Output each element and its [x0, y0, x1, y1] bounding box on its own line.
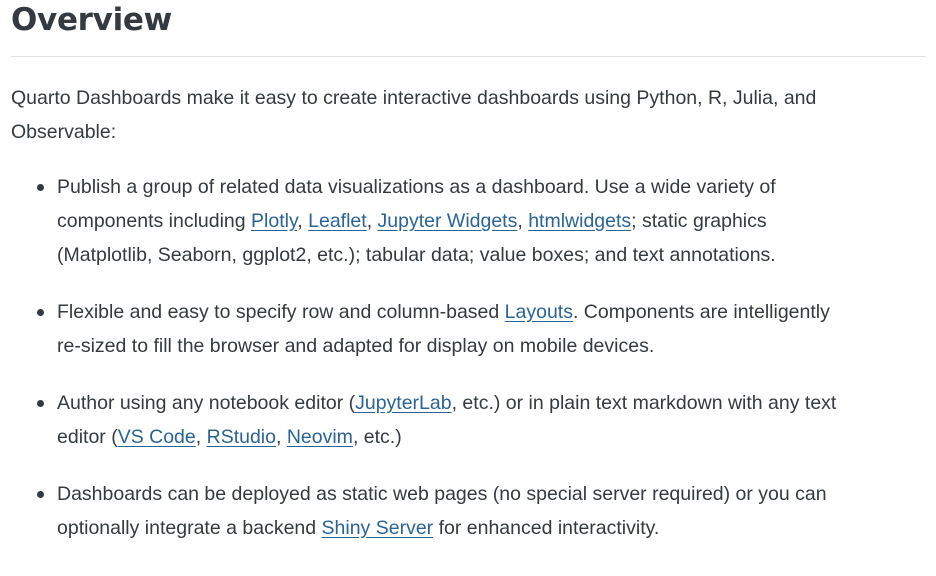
intro-text: Observable:: [11, 121, 117, 143]
text: editor (: [57, 426, 118, 448]
text: Flexible and easy to specify row and col…: [57, 301, 505, 323]
link-jupyter-widgets[interactable]: Jupyter Widgets: [378, 210, 518, 232]
intro-text: Quarto Dashboards make it easy to create…: [11, 87, 817, 109]
list-item: Flexible and easy to specify row and col…: [0, 295, 836, 363]
text: components including: [57, 210, 252, 232]
text: ,: [517, 210, 529, 232]
link-neovim[interactable]: Neovim: [287, 426, 353, 448]
text: (Matplotlib, Seaborn, ggplot2, etc.); ta…: [57, 244, 776, 266]
list-item: Publish a group of related data visualiz…: [0, 170, 836, 272]
text: Dashboards can be deployed as static web…: [57, 483, 827, 505]
divider: [11, 56, 926, 57]
list-item: Dashboards can be deployed as static web…: [0, 477, 836, 545]
text: ,: [297, 210, 309, 232]
text: ; static graphics: [631, 210, 767, 232]
feature-list: Publish a group of related data visualiz…: [0, 170, 836, 568]
link-rstudio[interactable]: RStudio: [207, 426, 276, 448]
link-leaflet[interactable]: Leaflet: [308, 210, 367, 232]
text: for enhanced interactivity.: [433, 517, 660, 539]
text: . Components are intelligently: [572, 301, 830, 323]
page-title: Overview: [11, 2, 172, 38]
text: Author using any notebook editor (: [57, 392, 356, 414]
link-layouts[interactable]: Layouts: [505, 301, 573, 323]
text: , etc.) or in plain text markdown with a…: [451, 392, 837, 414]
link-jupyterlab[interactable]: JupyterLab: [355, 392, 451, 414]
text: Publish a group of related data visualiz…: [57, 176, 776, 198]
list-item: Author using any notebook editor (Jupyte…: [0, 386, 836, 454]
text: optionally integrate a backend: [57, 517, 322, 539]
intro-paragraph: Quarto Dashboards make it easy to create…: [11, 81, 816, 149]
link-plotly[interactable]: Plotly: [251, 210, 297, 232]
text: ,: [275, 426, 287, 448]
text: , etc.): [352, 426, 402, 448]
link-shiny-server[interactable]: Shiny Server: [322, 517, 434, 539]
link-vs-code[interactable]: VS Code: [118, 426, 196, 448]
text: ,: [366, 210, 378, 232]
text: ,: [195, 426, 207, 448]
text: re-sized to fill the browser and adapted…: [57, 335, 655, 357]
link-htmlwidgets[interactable]: htmlwidgets: [528, 210, 631, 232]
